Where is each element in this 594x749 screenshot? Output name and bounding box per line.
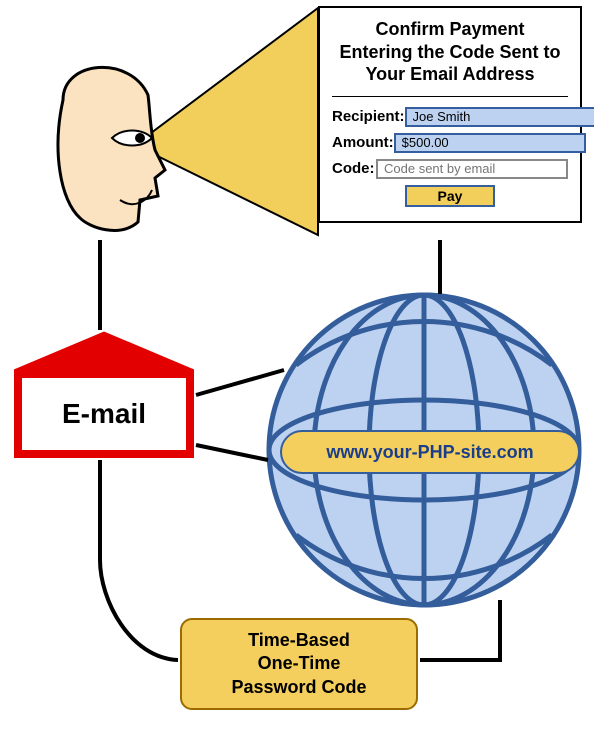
- site-url-text: www.your-PHP-site.com: [326, 442, 533, 463]
- form-title-line: Entering the Code Sent to: [339, 42, 560, 62]
- amount-label: Amount:: [332, 134, 394, 151]
- form-separator: [332, 96, 568, 97]
- amount-input[interactable]: [394, 133, 586, 153]
- totp-box: Time-Based One-Time Password Code: [180, 618, 418, 710]
- form-title-line: Confirm Payment: [375, 19, 524, 39]
- code-label: Code:: [332, 160, 376, 177]
- recipient-input[interactable]: [405, 107, 594, 127]
- confirm-payment-form: Confirm Payment Entering the Code Sent t…: [318, 6, 582, 223]
- site-url-pill: www.your-PHP-site.com: [280, 430, 580, 474]
- head-icon: [58, 67, 165, 230]
- recipient-row: Recipient:: [332, 107, 568, 127]
- form-title: Confirm Payment Entering the Code Sent t…: [332, 18, 568, 86]
- form-title-line: Your Email Address: [365, 64, 534, 84]
- code-input[interactable]: [376, 159, 568, 179]
- envelope-flap-icon: [14, 332, 194, 370]
- totp-line: Time-Based: [248, 630, 350, 650]
- email-envelope: E-mail: [14, 370, 194, 458]
- amount-row: Amount:: [332, 133, 568, 153]
- sight-cone-icon: [135, 8, 318, 235]
- recipient-label: Recipient:: [332, 108, 405, 125]
- totp-line: One-Time: [258, 653, 341, 673]
- code-row: Code:: [332, 159, 568, 179]
- email-label: E-mail: [62, 398, 146, 430]
- totp-line: Password Code: [231, 677, 366, 697]
- email-body: E-mail: [14, 370, 194, 458]
- pay-button[interactable]: Pay: [405, 185, 495, 207]
